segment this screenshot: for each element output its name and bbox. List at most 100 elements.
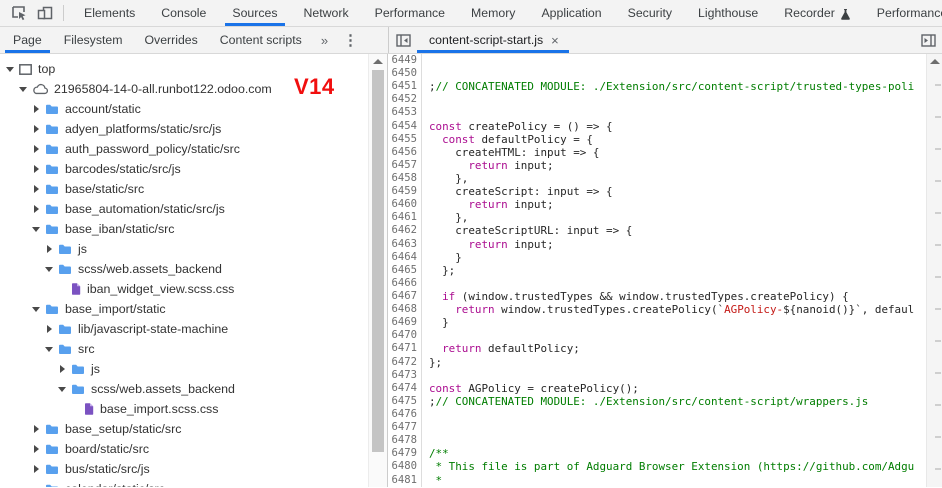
chevron-down-icon[interactable]: [31, 223, 43, 235]
chevron-right-icon[interactable]: [31, 463, 43, 475]
line-number[interactable]: 6469: [388, 316, 417, 329]
line-number[interactable]: 6473: [388, 369, 417, 382]
inspect-element-icon[interactable]: [7, 1, 31, 25]
chevron-right-icon[interactable]: [31, 183, 43, 195]
tree-item-base-import-static[interactable]: base_import/static: [0, 299, 368, 319]
line-number[interactable]: 6450: [388, 67, 417, 80]
tab-performance[interactable]: Performance: [362, 0, 458, 26]
line-number[interactable]: 6479: [388, 447, 417, 460]
line-number[interactable]: 6464: [388, 251, 417, 264]
chevron-down-icon[interactable]: [31, 483, 43, 487]
line-number[interactable]: 6474: [388, 382, 417, 395]
navigator-menu-kebab-icon[interactable]: ⋮: [343, 27, 358, 53]
tree-item-lib-javascript-state-machine[interactable]: lib/javascript-state-machine: [0, 319, 368, 339]
chevron-right-icon[interactable]: [31, 103, 43, 115]
tab-memory[interactable]: Memory: [458, 0, 528, 26]
tree-item-account-static[interactable]: account/static: [0, 99, 368, 119]
tree-scrollbar[interactable]: [368, 54, 387, 487]
tab-application[interactable]: Application: [528, 0, 614, 26]
line-number[interactable]: 6477: [388, 421, 417, 434]
tree-item-js[interactable]: js: [0, 239, 368, 259]
editor-tab-content-script-start[interactable]: content-script-start.js ×: [417, 27, 569, 53]
line-number[interactable]: 6454: [388, 120, 417, 133]
tab-console[interactable]: Console: [148, 0, 219, 26]
chevron-right-icon[interactable]: [44, 243, 56, 255]
line-number[interactable]: 6472: [388, 356, 417, 369]
tree-item-iban-widget-view-scss-css[interactable]: iban_widget_view.scss.css: [0, 279, 368, 299]
chevron-right-icon[interactable]: [31, 163, 43, 175]
line-number[interactable]: 6449: [388, 54, 417, 67]
tree-item-board-static-src[interactable]: board/static/src: [0, 439, 368, 459]
tree-item-js[interactable]: js: [0, 359, 368, 379]
line-number[interactable]: 6467: [388, 290, 417, 303]
device-toolbar-icon[interactable]: [33, 1, 57, 25]
line-number[interactable]: 6457: [388, 159, 417, 172]
chevron-down-icon[interactable]: [57, 383, 69, 395]
line-number[interactable]: 6462: [388, 224, 417, 237]
navigator-tab-content-scripts[interactable]: Content scripts: [209, 27, 313, 53]
line-number[interactable]: 6480: [388, 460, 417, 473]
line-number[interactable]: 6465: [388, 264, 417, 277]
line-number[interactable]: 6478: [388, 434, 417, 447]
tab-performance-i[interactable]: Performance i: [864, 0, 942, 26]
editor-scrollbar[interactable]: [926, 54, 942, 487]
tree-item-src[interactable]: src: [0, 339, 368, 359]
tab-network[interactable]: Network: [291, 0, 362, 26]
tree-item-base-static-src[interactable]: base/static/src: [0, 179, 368, 199]
chevron-right-icon[interactable]: [31, 143, 43, 155]
line-number[interactable]: 6455: [388, 133, 417, 146]
hide-navigator-icon[interactable]: [389, 27, 417, 53]
tree-item-calendar-static-src[interactable]: calendar/static/src: [0, 479, 368, 487]
chevron-right-icon[interactable]: [31, 443, 43, 455]
line-number[interactable]: 6468: [388, 303, 417, 316]
tree-item-scss-web-assets-backend[interactable]: scss/web.assets_backend: [0, 379, 368, 399]
navigator-tab-page[interactable]: Page: [2, 27, 53, 53]
show-debugger-sidebar-icon[interactable]: [914, 27, 942, 53]
tree-scrollbar-thumb[interactable]: [372, 70, 384, 452]
chevron-down-icon[interactable]: [5, 63, 17, 75]
source-editor[interactable]: 6449645064516452645364546455645664576458…: [388, 54, 942, 487]
tab-security[interactable]: Security: [615, 0, 685, 26]
chevron-down-icon[interactable]: [44, 343, 56, 355]
line-number[interactable]: 6461: [388, 211, 417, 224]
chevron-right-icon[interactable]: [31, 123, 43, 135]
tree-item-bus-static-src-js[interactable]: bus/static/src/js: [0, 459, 368, 479]
chevron-down-icon[interactable]: [18, 83, 30, 95]
tree-item-scss-web-assets-backend[interactable]: scss/web.assets_backend: [0, 259, 368, 279]
chevron-down-icon[interactable]: [44, 263, 56, 275]
code-content[interactable]: ;// CONCATENATED MODULE: ./Extension/src…: [422, 54, 926, 487]
line-number[interactable]: 6470: [388, 329, 417, 342]
line-number[interactable]: 6460: [388, 198, 417, 211]
navigator-tab-filesystem[interactable]: Filesystem: [53, 27, 134, 53]
line-number[interactable]: 6476: [388, 408, 417, 421]
scroll-up-arrow-icon[interactable]: [373, 59, 383, 64]
chevron-right-icon[interactable]: [44, 323, 56, 335]
chevron-down-icon[interactable]: [31, 303, 43, 315]
tree-item-adyen-platforms-static-src-js[interactable]: adyen_platforms/static/src/js: [0, 119, 368, 139]
line-number[interactable]: 6452: [388, 93, 417, 106]
tab-recorder[interactable]: Recorder: [771, 0, 864, 26]
tree-item-base-iban-static-src[interactable]: base_iban/static/src: [0, 219, 368, 239]
line-number[interactable]: 6456: [388, 146, 417, 159]
line-number[interactable]: 6453: [388, 106, 417, 119]
chevron-right-icon[interactable]: [31, 423, 43, 435]
line-number[interactable]: 6471: [388, 342, 417, 355]
chevron-right-icon[interactable]: [31, 203, 43, 215]
line-number[interactable]: 6463: [388, 238, 417, 251]
close-tab-icon[interactable]: ×: [551, 34, 559, 47]
scroll-up-arrow-icon[interactable]: [930, 59, 940, 64]
line-number[interactable]: 6466: [388, 277, 417, 290]
tree-item-base-automation-static-src-js[interactable]: base_automation/static/src/js: [0, 199, 368, 219]
more-tabs-chevron-icon[interactable]: »: [313, 27, 336, 53]
line-number[interactable]: 6481: [388, 474, 417, 487]
line-number[interactable]: 6451: [388, 80, 417, 93]
line-number[interactable]: 6459: [388, 185, 417, 198]
tree-item-base-setup-static-src[interactable]: base_setup/static/src: [0, 419, 368, 439]
tree-item-barcodes-static-src-js[interactable]: barcodes/static/src/js: [0, 159, 368, 179]
tab-lighthouse[interactable]: Lighthouse: [685, 0, 771, 26]
tab-sources[interactable]: Sources: [219, 0, 290, 26]
tree-item-auth-password-policy-static-src[interactable]: auth_password_policy/static/src: [0, 139, 368, 159]
line-number[interactable]: 6458: [388, 172, 417, 185]
tree-item-base-import-scss-css[interactable]: base_import.scss.css: [0, 399, 368, 419]
navigator-tab-overrides[interactable]: Overrides: [133, 27, 208, 53]
